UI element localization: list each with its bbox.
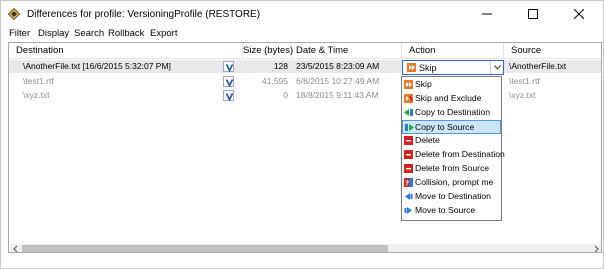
action-option-collision-prompt[interactable]: ? Collision, prompt me <box>402 176 501 190</box>
chevron-down-icon <box>494 65 501 70</box>
option-label: Delete <box>415 135 440 145</box>
option-label: Collision, prompt me <box>415 177 494 187</box>
delete-from-source-icon <box>404 164 413 173</box>
destination-cell: \AnotherFile.txt [16/6/2015 5:32:07 PM] <box>23 61 171 71</box>
action-option-delete[interactable]: Delete <box>402 134 501 148</box>
action-combobox-value: Skip <box>419 63 437 73</box>
copy-to-source-icon <box>405 124 414 131</box>
destination-cell: \test1.rtf <box>23 76 54 86</box>
menu-rollback[interactable]: Rollback <box>108 28 144 39</box>
version-v-icon <box>225 64 234 72</box>
skip-icon <box>407 63 416 72</box>
column-header-destination[interactable]: Destination <box>9 43 243 59</box>
action-option-move-to-destination[interactable]: Move to Destination <box>402 190 501 204</box>
scroll-right-arrow-icon[interactable] <box>591 245 601 253</box>
version-v-icon <box>225 93 234 101</box>
action-option-copy-to-destination[interactable]: Copy to Destination <box>402 106 501 120</box>
table-row[interactable]: \test1.rtf 41,595 6/8/2015 10:27:49 AM \… <box>9 75 601 88</box>
action-option-delete-from-destination[interactable]: Delete from Destination <box>402 148 505 162</box>
action-option-move-to-source[interactable]: Move to Source <box>402 204 501 218</box>
source-cell: \xyz.txt <box>509 90 536 100</box>
svg-text:?: ? <box>405 180 409 188</box>
maximize-icon <box>528 9 538 19</box>
differences-window: Differences for profile: VersioningProfi… <box>0 0 604 269</box>
date-cell: 18/8/2015 9:11:43 AM <box>296 90 379 100</box>
move-to-source-icon <box>404 207 412 214</box>
version-v-icon <box>225 79 234 87</box>
action-option-copy-to-source[interactable]: Copy to Source <box>402 120 501 134</box>
source-cell: \AnotherFile.txt <box>509 61 567 71</box>
table-row[interactable]: \AnotherFile.txt [16/6/2015 5:32:07 PM] … <box>9 60 601 73</box>
date-cell: 6/8/2015 10:27:49 AM <box>296 76 380 86</box>
combobox-dropdown-button[interactable] <box>490 61 503 74</box>
option-label: Delete from Destination <box>415 149 505 159</box>
column-header-source[interactable]: Source <box>504 43 601 59</box>
window-title: Differences for profile: VersioningProfi… <box>27 9 261 20</box>
action-option-skip-and-exclude[interactable]: Skip and Exclude <box>402 92 501 106</box>
column-header-date-time[interactable]: Date & Time <box>292 43 402 59</box>
menu-search[interactable]: Search <box>74 28 104 39</box>
close-button[interactable] <box>557 1 603 27</box>
scroll-left-arrow-icon[interactable] <box>11 245 21 253</box>
copy-to-destination-icon <box>404 109 413 116</box>
delete-from-destination-icon <box>404 150 413 159</box>
menu-bar: Filter Display Search Rollback Export <box>1 27 603 41</box>
source-cell: \test1.rtf <box>509 76 540 86</box>
size-cell: 128 <box>273 61 288 71</box>
action-combobox[interactable]: Skip <box>402 60 504 75</box>
destination-cell: \xyz.txt <box>23 90 50 100</box>
version-badge[interactable] <box>223 76 234 87</box>
minimize-button[interactable] <box>465 1 511 27</box>
app-icon <box>8 8 20 20</box>
column-header-size[interactable]: Size (bytes) <box>243 43 293 59</box>
collision-icon: ? <box>404 178 413 187</box>
option-label: Move to Destination <box>415 191 491 201</box>
option-label: Copy to Source <box>415 122 475 132</box>
maximize-button[interactable] <box>511 1 557 27</box>
version-badge[interactable] <box>223 90 234 101</box>
option-label: Copy to Destination <box>415 107 490 117</box>
column-header-action[interactable]: Action <box>402 43 504 59</box>
table-row[interactable]: \xyz.txt 0 18/8/2015 9:11:43 AM \xyz.txt <box>9 89 601 102</box>
option-label: Delete from Source <box>415 163 490 173</box>
close-icon <box>574 9 584 19</box>
skip-exclude-icon <box>404 94 413 103</box>
option-label: Skip <box>415 79 432 89</box>
minimize-icon <box>482 13 492 15</box>
option-label: Move to Source <box>415 205 476 215</box>
move-to-destination-icon <box>405 193 413 200</box>
scrollbar-thumb[interactable] <box>22 245 388 252</box>
size-cell: 41,595 <box>262 76 288 86</box>
date-cell: 23/5/2015 8:23:09 AM <box>296 61 380 71</box>
delete-icon <box>404 136 413 145</box>
action-dropdown-list: Skip Skip and Exclude Copy to Destinatio… <box>401 76 505 221</box>
menu-export[interactable]: Export <box>150 28 177 39</box>
differences-table: Destination Size (bytes) Date & Time Act… <box>8 42 602 253</box>
horizontal-scrollbar[interactable] <box>10 244 601 253</box>
version-badge[interactable] <box>223 61 234 72</box>
option-label: Skip and Exclude <box>415 93 482 103</box>
skip-icon <box>404 80 413 89</box>
action-option-skip[interactable]: Skip <box>402 78 501 92</box>
title-bar: Differences for profile: VersioningProfi… <box>1 1 603 27</box>
menu-filter[interactable]: Filter <box>9 28 30 39</box>
action-option-delete-from-source[interactable]: Delete from Source <box>402 162 501 176</box>
size-cell: 0 <box>283 90 288 100</box>
menu-display[interactable]: Display <box>38 28 69 39</box>
